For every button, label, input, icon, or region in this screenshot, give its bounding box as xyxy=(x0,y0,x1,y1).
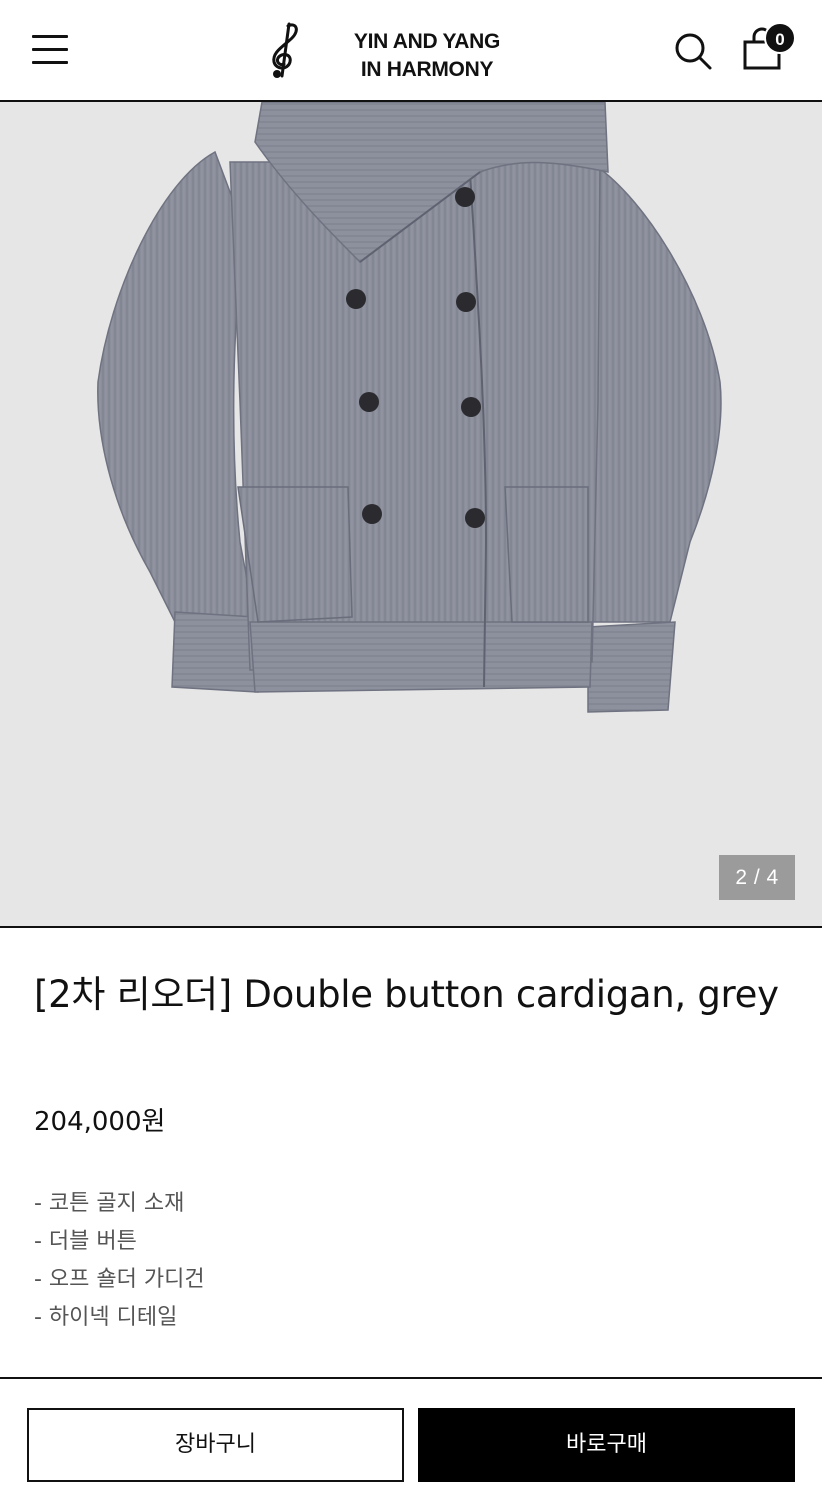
detail-item: - 코튼 골지 소재 xyxy=(34,1191,185,1216)
cart-count-badge: 0 xyxy=(764,22,796,54)
bottom-action-bar: 장바구니 바로구매 xyxy=(0,1377,822,1500)
buy-now-button[interactable]: 바로구매 xyxy=(418,1408,795,1482)
image-page-indicator: 2 / 4 xyxy=(719,855,795,900)
product-title: [2차 리오더] Double button cardigan, grey xyxy=(34,973,779,1016)
product-gallery[interactable]: 2 / 4 xyxy=(0,102,822,928)
add-to-cart-button[interactable]: 장바구니 xyxy=(27,1408,404,1482)
detail-item: - 오프 숄더 가디건 xyxy=(34,1267,205,1292)
logo-text: YIN AND YANG IN HARMONY xyxy=(332,28,522,84)
search-button[interactable] xyxy=(672,30,714,72)
hamburger-menu-icon[interactable] xyxy=(32,35,68,65)
logo-line-1: YIN AND YANG xyxy=(353,30,501,53)
product-photo xyxy=(97,102,722,713)
logo-line-2: IN HARMONY xyxy=(360,58,494,81)
search-icon xyxy=(675,33,712,70)
brand-logo[interactable]: YIN AND YANG IN HARMONY xyxy=(262,20,522,82)
product-details: - 코튼 골지 소재 - 더블 버튼 - 오프 숄더 가디건 - 하이넥 디테일 xyxy=(34,1185,205,1337)
cart-button[interactable]: 0 xyxy=(740,22,798,72)
header: YIN AND YANG IN HARMONY 0 xyxy=(0,0,822,102)
detail-item: - 하이넥 디테일 xyxy=(34,1305,178,1330)
product-price: 204,000원 xyxy=(34,1107,166,1137)
treble-clef-icon xyxy=(272,22,298,78)
detail-item: - 더블 버튼 xyxy=(34,1229,137,1254)
